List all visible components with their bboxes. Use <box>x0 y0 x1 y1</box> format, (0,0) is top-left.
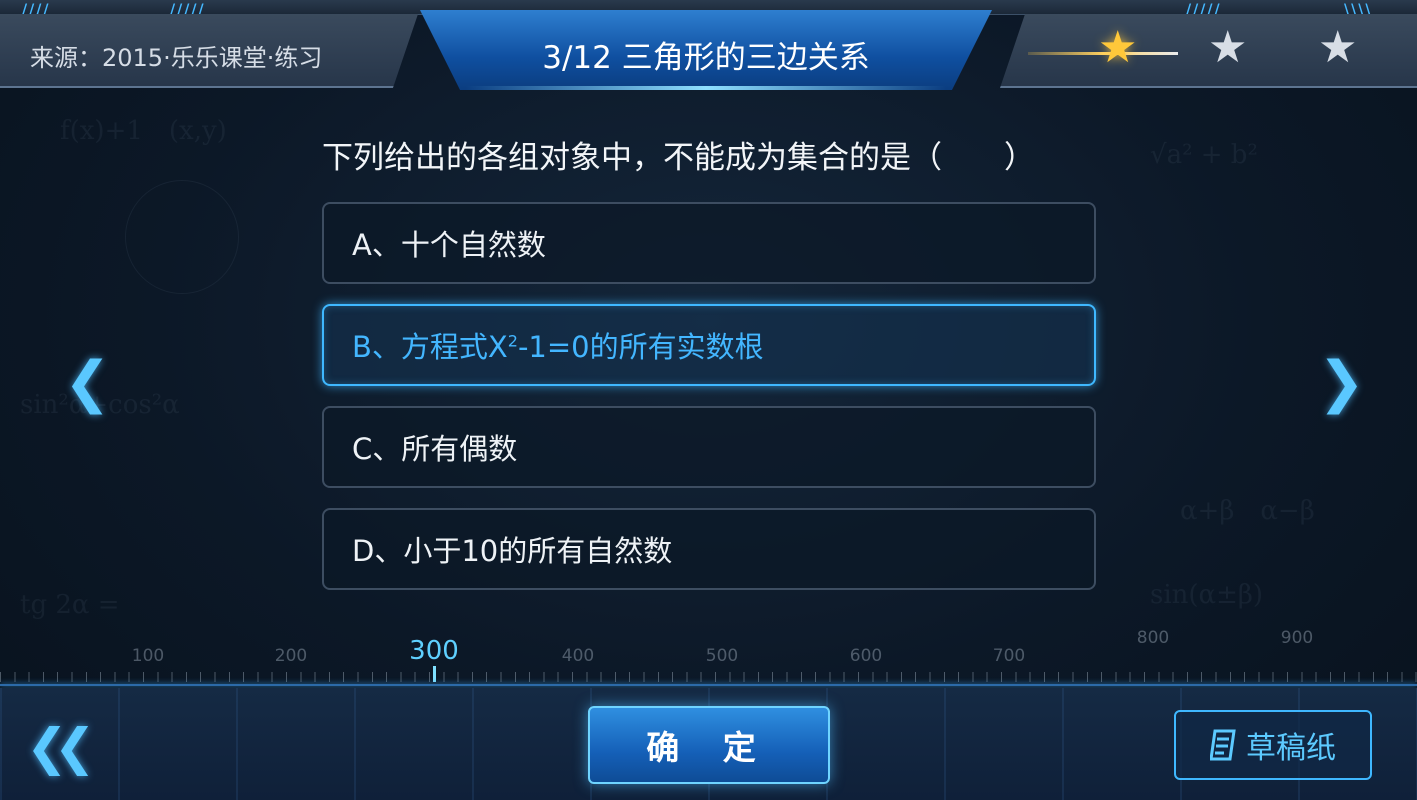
draft-label: 草稿纸 <box>1246 731 1336 766</box>
chevron-right-icon[interactable]: ❯ <box>1318 350 1365 415</box>
ruler-marker <box>433 666 436 682</box>
source-label: 来源：2015·乐乐课堂·练习 <box>30 44 323 72</box>
score-ruler: 100 200 300 400 500 600 700 800 900 <box>0 628 1417 686</box>
ruler-label-current: 300 <box>409 636 459 666</box>
confirm-label: 确 定 <box>646 728 772 767</box>
ruler-label: 500 <box>705 646 739 666</box>
star-icon: ★ <box>1208 22 1248 73</box>
ruler-label: 800 <box>1136 628 1170 648</box>
star-icon: ★ <box>1098 22 1138 73</box>
ruler-label: 700 <box>992 646 1026 666</box>
option-b[interactable]: B、方程式X2-1=0的所有实数根 <box>322 304 1096 386</box>
background-decoration: f(x)+1 (x,y) <box>60 116 227 146</box>
game-screen: f(x)+1 (x,y) sin²α+cos²α tg 2α = √a² + b… <box>0 0 1417 800</box>
option-label: C、所有偶数 <box>352 432 518 466</box>
option-c[interactable]: C、所有偶数 <box>322 406 1096 488</box>
background-decoration: √a² + b² <box>1150 140 1258 170</box>
question-text: 下列给出的各组对象中，不能成为集合的是（ ） <box>322 140 1035 176</box>
ruler-label: 200 <box>274 646 308 666</box>
page-title: 3/12 三角形的三边关系 <box>542 40 870 76</box>
star-icon: ★ <box>1318 22 1358 73</box>
double-chevron-left-icon[interactable]: ❮❮ <box>26 718 96 776</box>
notepad-icon <box>1210 729 1236 761</box>
ruler-label: 100 <box>131 646 165 666</box>
option-label: B、方程式X2-1=0的所有实数根 <box>352 330 764 364</box>
background-decoration <box>125 180 239 294</box>
background-decoration: sin(α±β) <box>1150 580 1264 610</box>
draft-paper-button[interactable]: 草稿纸 <box>1174 710 1372 780</box>
confirm-button[interactable]: 确 定 <box>588 706 830 784</box>
option-label: A、十个自然数 <box>352 228 546 262</box>
ruler-line <box>0 684 1417 686</box>
background-decoration: α+β α−β <box>1180 496 1315 526</box>
option-d[interactable]: D、小于10的所有自然数 <box>322 508 1096 590</box>
ruler-label: 900 <box>1280 628 1314 648</box>
ruler-ticks <box>0 672 1417 682</box>
ruler-label: 400 <box>561 646 595 666</box>
title-panel: 3/12 三角形的三边关系 <box>420 10 992 90</box>
header-bar: //// ///// ///// \\\\ 来源：2015·乐乐课堂·练习 3/… <box>0 0 1417 92</box>
ruler-label: 600 <box>849 646 883 666</box>
background-decoration: tg 2α = <box>20 590 120 620</box>
option-a[interactable]: A、十个自然数 <box>322 202 1096 284</box>
chevron-left-icon[interactable]: ❮ <box>64 350 111 415</box>
option-label: D、小于10的所有自然数 <box>352 534 673 568</box>
